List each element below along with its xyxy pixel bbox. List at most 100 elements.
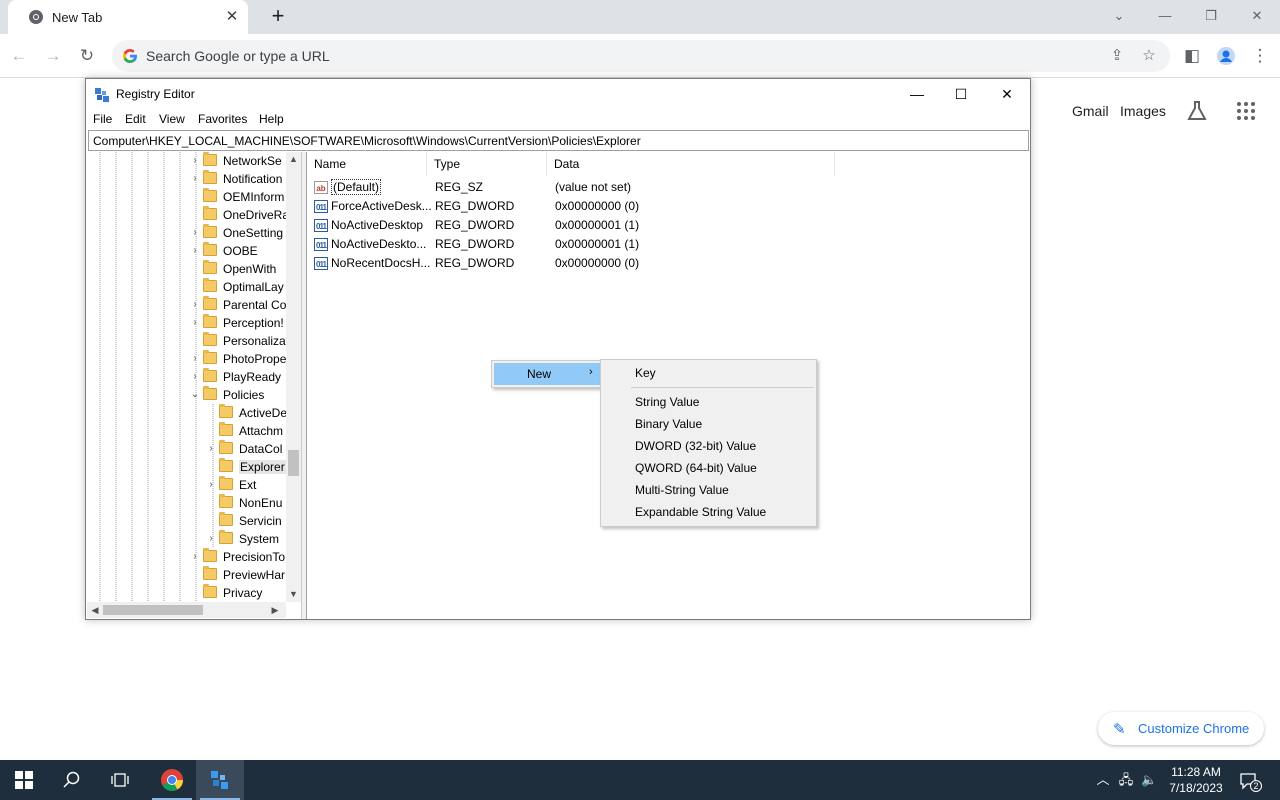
tree-hscroll-thumb[interactable] xyxy=(103,605,203,615)
submenu-item-binary-value[interactable]: Binary Value xyxy=(603,413,814,435)
chrome-menu-icon[interactable]: ⋮ xyxy=(1248,44,1272,68)
registry-editor-taskbar-icon xyxy=(211,771,228,789)
submenu-item-string-value[interactable]: String Value xyxy=(603,391,814,413)
menu-view[interactable]: View xyxy=(159,112,185,126)
scroll-left-icon[interactable]: ◀ xyxy=(87,602,103,618)
value-type: REG_DWORD xyxy=(435,237,515,251)
system-clock[interactable]: 11:28 AM 7/18/2023 xyxy=(1162,764,1230,796)
scroll-right-icon[interactable]: ▶ xyxy=(267,602,283,618)
expand-chevron-icon[interactable]: › xyxy=(205,478,217,492)
expand-chevron-icon[interactable]: › xyxy=(189,154,201,168)
menu-file[interactable]: File xyxy=(93,112,112,126)
value-data: (value not set) xyxy=(555,180,632,194)
omnibox[interactable]: Search Google or type a URL ⇪ ☆ xyxy=(112,40,1170,72)
bookmark-star-icon[interactable]: ☆ xyxy=(1138,45,1160,67)
submenu-item-dword-value[interactable]: DWORD (32-bit) Value xyxy=(603,435,814,457)
task-view-button[interactable] xyxy=(96,760,144,800)
value-row[interactable]: 011 ForceActiveDesk... REG_DWORD 0x00000000… xyxy=(307,197,867,216)
column-header-name[interactable]: Name xyxy=(307,152,427,176)
submenu-separator xyxy=(631,387,814,388)
tab-new-tab[interactable]: New Tab ✕ xyxy=(8,0,248,34)
folder-icon xyxy=(203,260,217,274)
search-button[interactable] xyxy=(48,760,96,800)
notification-count-badge: 2 xyxy=(1250,780,1262,792)
scroll-up-icon[interactable]: ▲ xyxy=(286,152,301,167)
profile-avatar-icon[interactable] xyxy=(1214,44,1238,68)
expand-chevron-icon[interactable]: › xyxy=(205,532,217,546)
menu-favorites[interactable]: Favorites xyxy=(198,112,247,126)
folder-icon xyxy=(219,530,233,544)
side-panel-icon[interactable]: ◧ xyxy=(1180,44,1204,68)
customize-chrome-label: Customize Chrome xyxy=(1138,721,1250,736)
context-menu-new[interactable]: New › xyxy=(494,363,600,385)
tree-vscroll-thumb[interactable] xyxy=(288,450,299,476)
menu-help[interactable]: Help xyxy=(259,112,284,126)
tree-node-label: NonEnu xyxy=(239,496,283,510)
dword-value-icon: 011 xyxy=(314,257,328,270)
tree-horizontal-scrollbar[interactable]: ◀ ▶ xyxy=(87,602,286,618)
start-button[interactable] xyxy=(0,760,48,800)
submenu-item-multi-string-value[interactable]: Multi-String Value xyxy=(603,479,814,501)
expand-chevron-icon[interactable]: › xyxy=(189,370,201,384)
tree-node-label: Perception! xyxy=(223,316,284,330)
value-row[interactable]: ab (Default) REG_SZ (value not set) xyxy=(307,178,867,197)
expand-chevron-icon[interactable]: › xyxy=(205,442,217,456)
new-tab-button[interactable]: + xyxy=(264,4,292,30)
gmail-link[interactable]: Gmail xyxy=(1072,103,1109,119)
show-hidden-icons-icon[interactable]: ︿ xyxy=(1095,772,1111,788)
minimize-icon[interactable]: — xyxy=(1153,4,1177,28)
tree-node-label: OpenWith xyxy=(223,262,277,276)
tab-title: New Tab xyxy=(52,10,103,25)
registry-editor-icon xyxy=(95,88,109,102)
expand-chevron-icon[interactable]: › xyxy=(189,352,201,366)
forward-icon[interactable]: → xyxy=(41,44,65,68)
apps-grid-icon[interactable] xyxy=(1236,101,1256,124)
submenu-item-key[interactable]: Key xyxy=(603,362,814,384)
registry-maximize-icon[interactable]: ☐ xyxy=(938,82,984,106)
restore-icon[interactable]: ❐ xyxy=(1199,4,1223,28)
value-row[interactable]: 011 NoActiveDesktop REG_DWORD 0x00000001 (1… xyxy=(307,216,867,235)
registry-tree-pane[interactable]: › NetworkSe › Notification OEMInform OneDrive… xyxy=(87,152,302,619)
column-header-type[interactable]: Type xyxy=(427,152,547,176)
share-icon[interactable]: ⇪ xyxy=(1106,45,1128,67)
expand-chevron-icon[interactable]: › xyxy=(189,226,201,240)
notifications-icon[interactable]: 2 xyxy=(1239,772,1262,792)
taskbar-chrome[interactable] xyxy=(148,760,196,800)
column-header-data[interactable]: Data xyxy=(547,152,835,176)
tree-node-label: OOBE xyxy=(223,244,258,258)
collapse-chevron-icon[interactable]: ⌄ xyxy=(189,388,201,402)
value-row[interactable]: 011 NoActiveDeskto... REG_DWORD 0x00000001 … xyxy=(307,235,867,254)
registry-close-icon[interactable]: ✕ xyxy=(984,82,1030,106)
tab-close-icon[interactable]: ✕ xyxy=(224,9,240,25)
registry-minimize-icon[interactable]: — xyxy=(894,82,940,106)
windows-logo-icon xyxy=(15,771,33,789)
taskbar-registry-editor[interactable] xyxy=(196,760,244,800)
tree-vertical-scrollbar[interactable]: ▲ ▼ xyxy=(286,152,301,602)
labs-flask-icon[interactable] xyxy=(1186,100,1208,125)
reload-icon[interactable]: ↻ xyxy=(75,44,99,68)
folder-icon xyxy=(203,206,217,220)
scroll-down-icon[interactable]: ▼ xyxy=(286,587,301,602)
expand-chevron-icon[interactable]: › xyxy=(189,244,201,258)
value-row[interactable]: 011 NoRecentDocsH... REG_DWORD 0x00000000 (… xyxy=(307,254,867,273)
expand-chevron-icon[interactable]: › xyxy=(189,298,201,312)
tab-search-icon[interactable]: ⌄ xyxy=(1107,4,1131,28)
registry-title-bar[interactable]: Registry Editor — ☐ ✕ xyxy=(86,79,1030,109)
customize-chrome-button[interactable]: ✎ Customize Chrome xyxy=(1098,712,1264,745)
expand-chevron-icon[interactable]: › xyxy=(189,316,201,330)
registry-address-bar[interactable]: Computer\HKEY_LOCAL_MACHINE\SOFTWARE\Mic… xyxy=(88,130,1029,151)
tree-node-label: PhotoPrope xyxy=(223,352,287,366)
images-link[interactable]: Images xyxy=(1120,103,1166,119)
menu-edit[interactable]: Edit xyxy=(125,112,146,126)
volume-muted-icon[interactable]: 🔈 xyxy=(1141,772,1157,788)
back-icon[interactable]: ← xyxy=(7,44,31,68)
network-icon[interactable]: 🖧 xyxy=(1118,772,1134,788)
tree-node-label: Explorer xyxy=(239,460,286,474)
expand-chevron-icon[interactable]: › xyxy=(189,550,201,564)
expand-chevron-icon xyxy=(205,460,217,474)
expand-chevron-icon[interactable]: › xyxy=(189,172,201,186)
submenu-item-expandable-string-value[interactable]: Expandable String Value xyxy=(603,501,814,523)
close-icon[interactable]: ✕ xyxy=(1245,4,1269,28)
submenu-item-qword-value[interactable]: QWORD (64-bit) Value xyxy=(603,457,814,479)
tree-node-label: DataCol xyxy=(239,442,283,456)
